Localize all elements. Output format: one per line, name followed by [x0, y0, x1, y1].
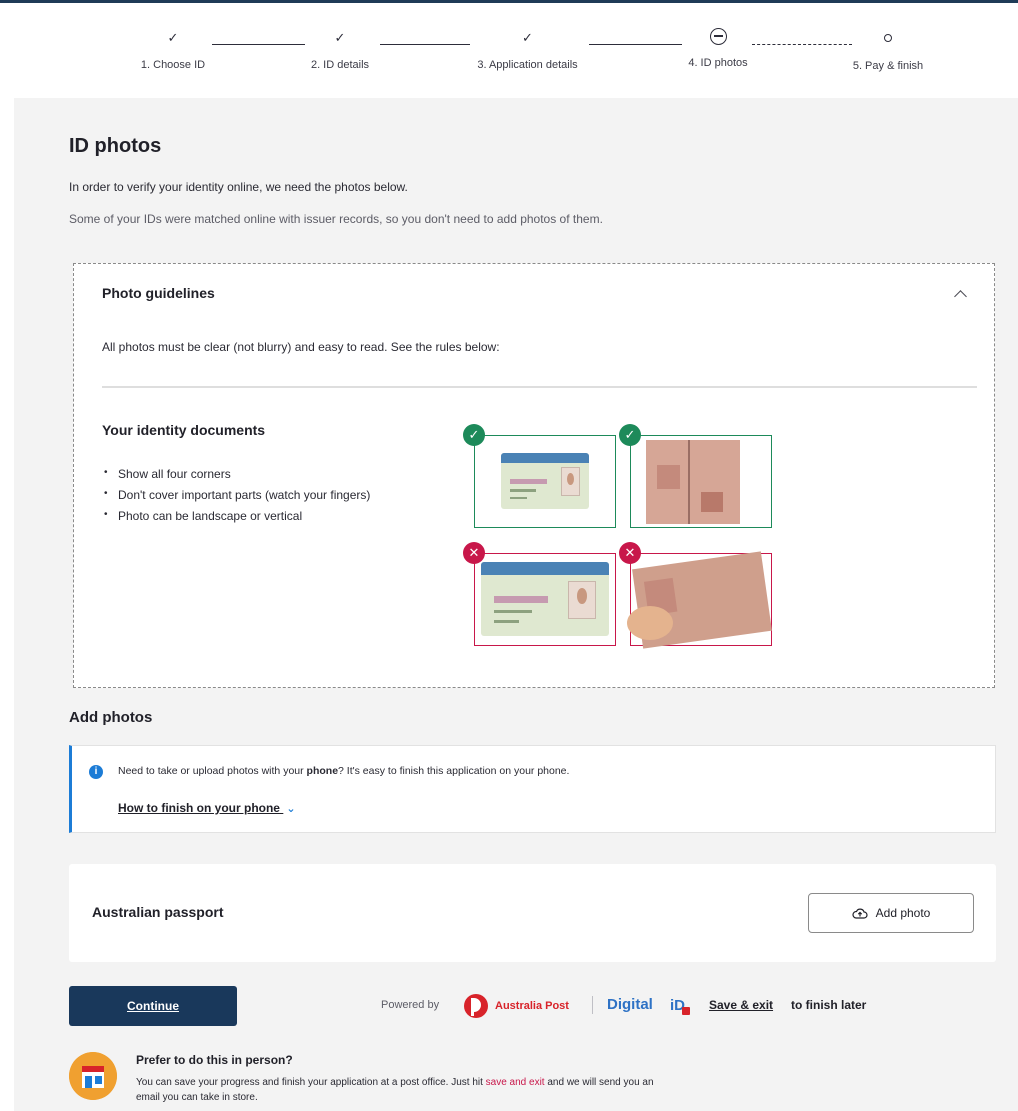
- rule-item: Don't cover important parts (watch your …: [102, 488, 370, 502]
- in-person-title: Prefer to do this in person?: [136, 1053, 293, 1067]
- in-person-text-pre: You can save your progress and finish yo…: [136, 1077, 486, 1088]
- rule-item: Photo can be landscape or vertical: [102, 509, 370, 523]
- step-label: 4. ID photos: [688, 57, 748, 69]
- license-image: [501, 453, 589, 509]
- check-icon: ✓: [334, 30, 346, 45]
- save-and-exit-link[interactable]: save and exit: [486, 1077, 545, 1088]
- step-connector-dashed: [752, 44, 852, 45]
- check-badge-icon: ✓: [463, 424, 485, 446]
- check-badge-icon: ✓: [619, 424, 641, 446]
- guidelines-description: All photos must be clear (not blurry) an…: [102, 340, 500, 354]
- check-icon: ✓: [167, 30, 179, 45]
- guidelines-title: Photo guidelines: [102, 285, 215, 301]
- chevron-up-icon[interactable]: [952, 285, 970, 303]
- intro-text: In order to verify your identity online,…: [69, 180, 408, 194]
- step-connector: [212, 44, 305, 45]
- australia-post-name: Australia Post: [495, 1000, 569, 1012]
- identity-documents-title: Your identity documents: [102, 422, 266, 438]
- check-icon: ✓: [522, 30, 533, 45]
- license-image: [481, 562, 609, 636]
- chevron-down-icon: ⌄: [286, 803, 296, 815]
- matched-note: Some of your IDs were matched online wit…: [69, 212, 603, 226]
- step-application-details: ✓ 3. Application details: [455, 30, 600, 71]
- progress-stepper: ✓ 1. Choose ID ✓ 2. ID details ✓ 3. Appl…: [0, 3, 1018, 98]
- digital-id-logo: Digital: [607, 996, 653, 1013]
- document-card: Australian passport Add photo: [69, 864, 996, 962]
- cloud-upload-icon: [852, 908, 868, 919]
- digital-id-dot: [682, 1007, 690, 1015]
- step-label: 2. ID details: [310, 59, 370, 71]
- finger-image: [627, 606, 673, 640]
- info-text-post: ? It's easy to finish this application o…: [338, 765, 570, 777]
- rules-list: Show all four corners Don't cover import…: [102, 467, 370, 530]
- bad-passport-example: ✕: [619, 542, 772, 649]
- step-pay-finish: 5. Pay & finish: [838, 30, 938, 72]
- link-label: How to finish on your phone: [118, 801, 280, 815]
- step-connector: [589, 44, 682, 45]
- step-label: 5. Pay & finish: [852, 60, 924, 72]
- add-photos-title: Add photos: [69, 709, 153, 726]
- page-title: ID photos: [69, 135, 162, 157]
- pending-icon: [884, 34, 892, 42]
- divider: [102, 386, 977, 388]
- powered-by-label: Powered by: [381, 999, 440, 1011]
- separator: [592, 996, 593, 1014]
- add-photo-button[interactable]: Add photo: [808, 893, 974, 933]
- step-label: 3. Application details: [477, 59, 578, 71]
- continue-button[interactable]: Continue: [69, 986, 237, 1026]
- digital-id-word: Digital: [607, 996, 653, 1013]
- info-text-pre: Need to take or upload photos with your: [118, 765, 307, 777]
- step-label: 1. Choose ID: [140, 59, 206, 71]
- save-exit-link[interactable]: Save & exit: [709, 998, 773, 1012]
- info-icon: i: [89, 765, 103, 779]
- post-office-icon: [69, 1052, 117, 1100]
- photo-guidelines-panel: Photo guidelines All photos must be clea…: [73, 263, 995, 688]
- step-id-photos: 4. ID photos: [678, 28, 758, 69]
- cross-badge-icon: ✕: [463, 542, 485, 564]
- good-license-example: ✓: [463, 424, 616, 528]
- in-progress-icon: [709, 28, 727, 45]
- info-text-bold: phone: [306, 765, 339, 777]
- bad-license-example: ✕: [463, 542, 616, 646]
- add-photo-label: Add photo: [875, 906, 931, 920]
- passport-image: [646, 440, 740, 524]
- phone-info-text: Need to take or upload photos with your …: [118, 765, 569, 777]
- save-exit-suffix: to finish later: [791, 998, 867, 1012]
- rule-item: Show all four corners: [102, 467, 370, 481]
- step-id-details: ✓ 2. ID details: [295, 30, 385, 71]
- phone-info-box: i Need to take or upload photos with you…: [69, 745, 996, 833]
- australia-post-logo-icon: [464, 994, 488, 1018]
- good-passport-example: ✓: [619, 424, 772, 528]
- in-person-text: You can save your progress and finish yo…: [136, 1075, 676, 1105]
- document-label: Australian passport: [92, 904, 224, 920]
- step-choose-id: ✓ 1. Choose ID: [133, 30, 213, 71]
- how-to-finish-on-phone-link[interactable]: How to finish on your phone ⌄: [118, 801, 296, 815]
- cross-badge-icon: ✕: [619, 542, 641, 564]
